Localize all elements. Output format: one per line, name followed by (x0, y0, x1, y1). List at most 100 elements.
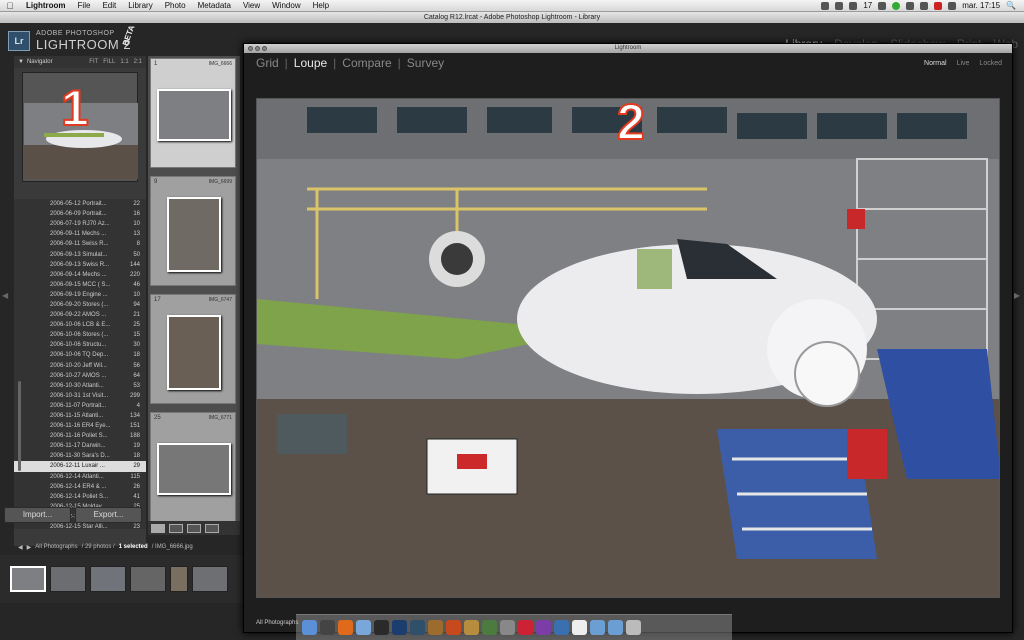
tab-loupe[interactable]: Loupe (292, 56, 329, 70)
itunes-icon[interactable] (374, 620, 389, 635)
tab-survey[interactable]: Survey (405, 56, 446, 70)
battery-icon[interactable] (948, 1, 957, 10)
flag-icon[interactable] (934, 1, 943, 10)
collection-row[interactable]: 2006-11-15 Atlanti... 134 (14, 411, 146, 421)
mode-normal[interactable]: Normal (924, 60, 947, 67)
menu-lightroom[interactable]: Lightroom (20, 1, 72, 10)
collection-row[interactable]: 2006-12-14 Poliet S... 41 (14, 492, 146, 502)
menu-help[interactable]: Help (307, 1, 335, 10)
filmstrip-source[interactable]: All Photographs (35, 544, 77, 550)
collection-row[interactable]: 2006-09-11 Swiss R... 8 (14, 239, 146, 249)
back-arrow-icon[interactable]: ◀ (18, 544, 23, 551)
filmstrip-thumb[interactable] (50, 566, 86, 592)
grid-view-icon[interactable] (151, 523, 165, 533)
filmstrip-thumb[interactable] (192, 566, 228, 592)
folder-icon[interactable] (590, 620, 605, 635)
app-icon[interactable] (500, 620, 515, 635)
spotlight-icon[interactable]: 🔍 (1006, 1, 1016, 10)
cell-thumbnail[interactable] (167, 197, 221, 272)
zoom-2-1[interactable]: 2:1 (134, 59, 142, 65)
collection-row[interactable]: 2006-12-15 Star Alli... 23 (14, 522, 146, 529)
loupe-image[interactable]: 2 (256, 98, 1000, 598)
collection-row[interactable]: 2006-11-17 Darwin... 19 (14, 441, 146, 451)
collection-row[interactable]: 2006-09-22 AMOS ... 21 (14, 310, 146, 320)
calendar-badge[interactable]: 17 (863, 1, 872, 10)
collection-row[interactable]: 2006-09-19 Engine ... 10 (14, 290, 146, 300)
filmstrip-thumb[interactable] (130, 566, 166, 592)
app-icon[interactable] (482, 620, 497, 635)
collection-row[interactable]: 2006-10-31 1st Visit... 299 (14, 391, 146, 401)
zoom-window-icon[interactable] (262, 46, 267, 51)
app-icon[interactable] (518, 620, 533, 635)
collection-row[interactable]: 2006-11-07 Portrait... 4 (14, 401, 146, 411)
collection-row[interactable]: 2006-09-20 Stores (... 94 (14, 300, 146, 310)
tab-grid[interactable]: Grid (254, 56, 281, 70)
compare-view-icon[interactable] (187, 523, 201, 533)
filmstrip-thumb[interactable] (170, 566, 188, 592)
app-icon[interactable] (536, 620, 551, 635)
close-window-icon[interactable] (248, 46, 253, 51)
tab-compare[interactable]: Compare (340, 56, 393, 70)
menubar-clock[interactable]: mar. 17:15 (962, 1, 1000, 10)
app-icon[interactable] (446, 620, 461, 635)
collection-row[interactable]: 2006-10-27 AMOS ... 64 (14, 371, 146, 381)
finder-icon[interactable] (302, 620, 317, 635)
trash-icon[interactable] (626, 620, 641, 635)
app-icon[interactable] (572, 620, 587, 635)
right-panel-toggle-icon[interactable]: ▶ (1014, 291, 1020, 300)
zoom-1-1[interactable]: 1:1 (120, 59, 128, 65)
menu-file[interactable]: File (72, 1, 97, 10)
collection-row[interactable]: 2006-10-06 LCB & E... 25 (14, 320, 146, 330)
collection-row[interactable]: 2006-12-14 Atlanti... 115 (14, 472, 146, 482)
collection-row[interactable]: 2006-09-13 Simulat... 50 (14, 249, 146, 259)
left-panel-toggle-icon[interactable]: ◀ (2, 291, 8, 300)
zoom-fit[interactable]: FIT (89, 59, 98, 65)
wifi-icon[interactable] (920, 1, 929, 10)
collection-row[interactable]: 2006-09-11 Mechs ... 13 (14, 229, 146, 239)
secondary-window-titlebar[interactable]: Lightroom (244, 44, 1012, 53)
script-icon[interactable] (821, 1, 830, 10)
navigator-header[interactable]: ▼ Navigator FIT FILL 1:1 2:1 (14, 56, 146, 68)
left-panel-scrollbar[interactable] (18, 381, 21, 471)
photoshop-icon[interactable] (392, 620, 407, 635)
survey-view-icon[interactable] (205, 523, 219, 533)
collection-row[interactable]: 2006-12-11 Luxair ... 29 (14, 461, 146, 472)
cell-thumbnail[interactable] (167, 315, 221, 390)
filmstrip-thumb[interactable] (10, 566, 46, 592)
export-button[interactable]: Export... (75, 507, 142, 523)
collection-row[interactable]: 2006-11-16 ER4 Eye... 151 (14, 421, 146, 431)
apple-menu-icon[interactable]:  (0, 1, 20, 11)
dashboard-icon[interactable] (320, 620, 335, 635)
mode-locked[interactable]: Locked (979, 60, 1002, 67)
collection-row[interactable]: 2006-10-06 Stores (... 15 (14, 330, 146, 340)
mode-live[interactable]: Live (957, 60, 970, 67)
collection-row[interactable]: 2006-10-30 Atlanti... 53 (14, 381, 146, 391)
loupe-view-icon[interactable] (169, 523, 183, 533)
status-green-icon[interactable] (892, 1, 901, 10)
menu-view[interactable]: View (237, 1, 266, 10)
folder-icon[interactable] (608, 620, 623, 635)
collection-row[interactable]: 2006-05-12 Portrait... 22 (14, 199, 146, 209)
guitar-icon[interactable] (464, 620, 479, 635)
menu-edit[interactable]: Edit (96, 1, 122, 10)
collapse-triangle-icon[interactable]: ▼ (18, 59, 24, 65)
menu-photo[interactable]: Photo (159, 1, 192, 10)
filmstrip-thumb[interactable] (90, 566, 126, 592)
menu-library[interactable]: Library (122, 1, 158, 10)
menu-window[interactable]: Window (266, 1, 306, 10)
grid-cell[interactable]: 17 IMG_6747 (150, 294, 236, 404)
collection-row[interactable]: 2006-09-15 MCC ( S... 46 (14, 280, 146, 290)
collection-row[interactable]: 2006-07-19 RJ70 Az... 10 (14, 219, 146, 229)
collection-row[interactable]: 2006-09-14 Mechs ... 220 (14, 270, 146, 280)
time-machine-icon[interactable] (849, 1, 858, 10)
zoom-fill[interactable]: FILL (103, 59, 115, 65)
app-icon[interactable] (554, 620, 569, 635)
mail-icon[interactable] (878, 1, 887, 10)
grid-cell[interactable]: 25 IMG_6771 (150, 412, 236, 522)
collection-row[interactable]: 2006-12-14 ER4 & ... 26 (14, 482, 146, 492)
collection-row[interactable]: 2006-06-09 Portrait... 16 (14, 209, 146, 219)
collection-row[interactable]: 2006-10-06 TQ Dep... 18 (14, 350, 146, 360)
collection-row[interactable]: 2006-10-20 Jeff Wil... 56 (14, 361, 146, 371)
bluetooth-icon[interactable] (906, 1, 915, 10)
collection-row[interactable]: 2006-09-13 Swiss R... 144 (14, 260, 146, 270)
